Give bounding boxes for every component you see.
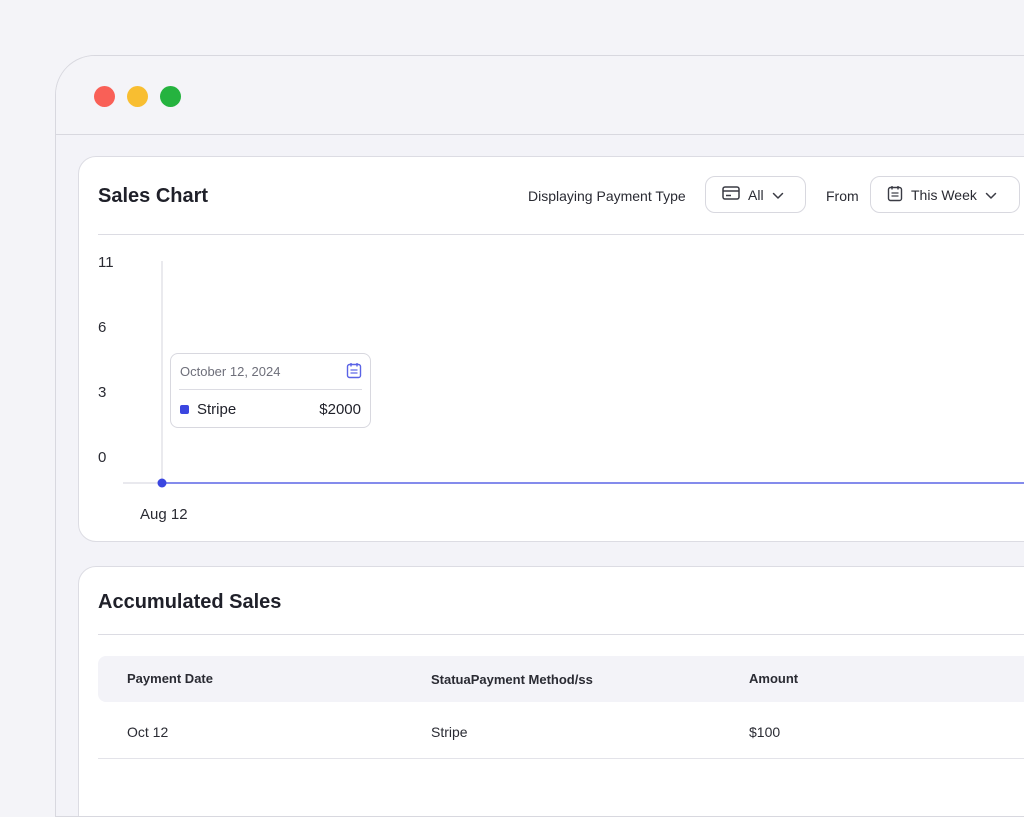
calendar-icon	[346, 362, 362, 384]
chart-tooltip: October 12, 2024 Stripe $2000	[170, 353, 371, 428]
cell-payment-date: Oct 12	[127, 724, 169, 740]
tooltip-date: October 12, 2024	[180, 364, 281, 379]
column-header-payment-method[interactable]: StatuaPayment Method/ss	[431, 672, 593, 687]
sales-chart-card: Sales Chart Displaying Payment Type All …	[78, 156, 1024, 542]
tooltip-series-value: $2000	[319, 401, 361, 418]
table-row-divider	[98, 758, 1024, 759]
tooltip-divider	[179, 389, 362, 390]
title-bar	[56, 56, 1024, 135]
cell-amount: $100	[749, 724, 781, 740]
accumulated-sales-card: Accumulated Sales Payment Date StatuaPay…	[78, 566, 1024, 816]
data-point[interactable]	[157, 478, 167, 488]
legend-swatch	[180, 405, 189, 414]
minimize-window-button[interactable]	[127, 86, 148, 107]
table-header-divider	[98, 634, 1024, 635]
column-header-payment-date[interactable]: Payment Date	[127, 671, 213, 686]
x-tick-label: Aug 12	[140, 506, 188, 523]
close-window-button[interactable]	[94, 86, 115, 107]
cell-payment-method: Stripe	[431, 724, 468, 740]
app-window: Sales Chart Displaying Payment Type All …	[55, 55, 1024, 817]
accumulated-sales-title: Accumulated Sales	[98, 591, 282, 613]
column-header-amount[interactable]: Amount	[749, 671, 798, 686]
sales-line-chart	[123, 261, 1024, 488]
maximize-window-button[interactable]	[160, 86, 181, 107]
tooltip-series-name: Stripe	[197, 401, 237, 418]
